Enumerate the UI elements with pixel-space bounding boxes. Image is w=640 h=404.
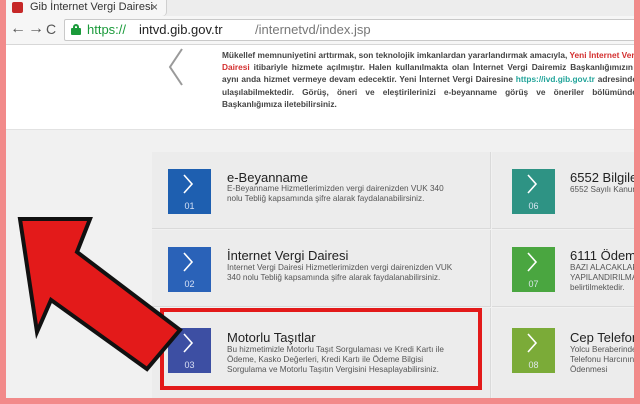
favicon-icon bbox=[12, 2, 23, 13]
tab-title: Gib İnternet Vergi Dairesi bbox=[30, 1, 153, 13]
service-description: 6552 Sayılı Kanun İşlemleri. bbox=[570, 185, 634, 194]
service-number: 08 bbox=[528, 360, 539, 370]
service-tile[interactable]: 07 bbox=[512, 247, 555, 292]
service-description: Yolcu Beraberinde Getirilen Cep Telefonu… bbox=[570, 345, 634, 374]
service-number: 06 bbox=[528, 201, 539, 211]
service-card-6111[interactable]: 07 6111 Ödeme BAZI ALACAKLARIN YENİDEN Y… bbox=[492, 230, 634, 307]
chevron-right-icon bbox=[527, 252, 538, 272]
service-title: İnternet Vergi Dairesi bbox=[227, 248, 349, 263]
service-card-cep-telefonu[interactable]: 08 Cep Telefonu Yolcu Beraberinde Getiri… bbox=[492, 308, 634, 398]
service-description: BAZI ALACAKLARIN YENİDEN YAPILANDIRILMAS… bbox=[570, 263, 634, 292]
announcement-part1: Mükellef memnuniyetini arttırmak, son te… bbox=[222, 50, 570, 60]
service-card-6552[interactable]: 06 6552 Bilgileri 6552 Sayılı Kanun İşle… bbox=[492, 152, 634, 229]
browser-tab[interactable]: Gib İnternet Vergi Dairesi × bbox=[6, 0, 166, 16]
chevron-right-icon bbox=[527, 174, 538, 194]
service-tile[interactable]: 06 bbox=[512, 169, 555, 214]
service-title: e-Beyanname bbox=[227, 170, 308, 185]
service-title: Cep Telefonu bbox=[570, 330, 634, 345]
forward-icon[interactable]: → bbox=[28, 20, 44, 38]
announcement-text: Mükellef memnuniyetini arttırmak, son te… bbox=[222, 49, 634, 110]
service-number: 07 bbox=[528, 279, 539, 289]
chevron-right-icon bbox=[183, 174, 194, 194]
pointer-arrow-icon bbox=[17, 217, 183, 372]
highlight-box bbox=[160, 308, 482, 390]
browser-toolbar: ← → C https:// intvd.gib.gov.tr /interne… bbox=[6, 16, 634, 45]
address-bar[interactable]: https:// intvd.gib.gov.tr /internetvd/in… bbox=[64, 19, 634, 41]
url-host: intvd.gib.gov.tr bbox=[139, 22, 223, 37]
close-icon[interactable]: × bbox=[151, 0, 158, 14]
service-number: 01 bbox=[184, 201, 195, 211]
service-tile[interactable]: 08 bbox=[512, 328, 555, 373]
service-title: 6552 Bilgileri bbox=[570, 170, 634, 185]
announcement-link[interactable]: https://ivd.gib.gov.tr bbox=[516, 74, 595, 84]
url-path: /internetvd/index.jsp bbox=[255, 22, 371, 37]
service-tile[interactable]: 01 bbox=[168, 169, 211, 214]
chevron-left-icon[interactable] bbox=[166, 47, 186, 87]
lock-icon bbox=[71, 24, 81, 35]
service-title: 6111 Ödeme bbox=[570, 248, 634, 263]
service-card-e-beyanname[interactable]: 01 e-Beyanname E-Beyanname Hizmetlerimiz… bbox=[152, 152, 491, 229]
back-icon[interactable]: ← bbox=[10, 20, 26, 38]
url-scheme: https:// bbox=[87, 22, 127, 37]
service-card-internet-vergi-dairesi[interactable]: 02 İnternet Vergi Dairesi Internet Vergi… bbox=[152, 230, 491, 307]
reload-icon[interactable]: C bbox=[46, 20, 56, 38]
chevron-right-icon bbox=[527, 333, 538, 353]
service-description: E-Beyanname Hizmetlerimizden vergi daire… bbox=[227, 184, 444, 203]
tab-strip: Gib İnternet Vergi Dairesi × bbox=[6, 0, 634, 16]
service-description: Internet Vergi Dairesi Hizmetlerimizden … bbox=[227, 263, 453, 282]
